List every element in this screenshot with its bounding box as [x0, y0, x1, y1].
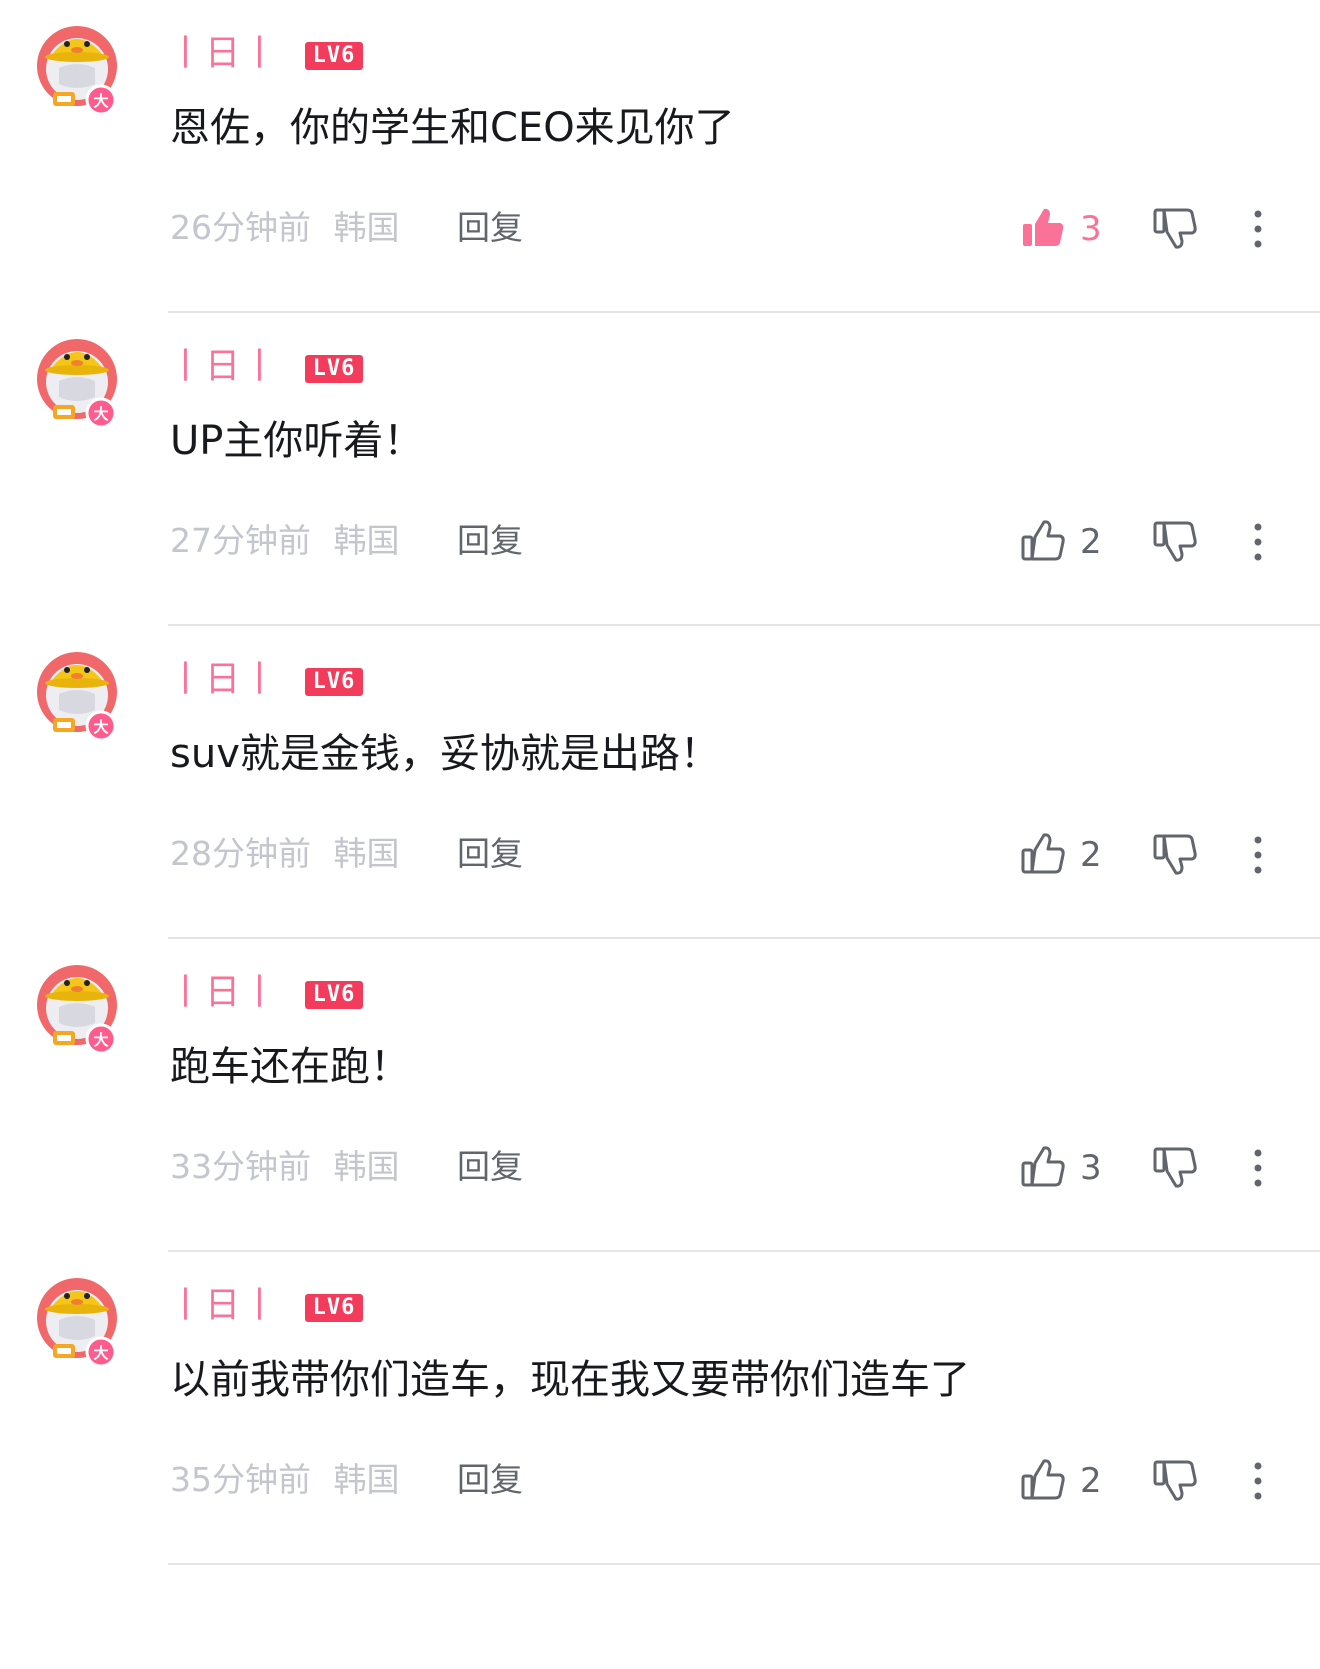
comment-item: 大 丨日丨 LV6 以前我带你们造车，现在我又要带你们造车了 35分钟前 韩国 …	[0, 1252, 1320, 1565]
comment-text: UP主你听着！	[170, 418, 424, 464]
vertical-ellipsis-icon[interactable]	[1248, 209, 1268, 249]
comment-meta: 26分钟前 韩国	[170, 206, 400, 250]
comment-time: 27分钟前	[170, 521, 311, 560]
vertical-ellipsis-icon[interactable]	[1248, 1148, 1268, 1188]
like-count: 2	[1080, 1461, 1102, 1501]
level-badge: LV6	[305, 668, 363, 696]
vertical-ellipsis-icon[interactable]	[1248, 835, 1268, 875]
reply-button[interactable]: 回复	[457, 519, 523, 563]
avatar[interactable]: 大	[35, 22, 119, 118]
avatar-badge-text: 大	[93, 1344, 108, 1362]
avatar[interactable]: 大	[35, 335, 119, 431]
thumbs-up-icon[interactable]	[1020, 1457, 1066, 1503]
username[interactable]: 丨日丨	[168, 343, 279, 391]
reply-button[interactable]: 回复	[457, 832, 523, 876]
comment-location: 韩国	[333, 834, 400, 873]
thumbs-up-icon[interactable]	[1020, 831, 1066, 877]
comment-location: 韩国	[333, 521, 400, 560]
level-badge: LV6	[305, 1294, 363, 1322]
like-count: 2	[1080, 522, 1102, 562]
avatar-badge-text: 大	[93, 405, 108, 423]
comment-meta: 33分钟前 韩国	[170, 1145, 400, 1189]
username[interactable]: 丨日丨	[168, 969, 279, 1017]
thumbs-up-icon[interactable]	[1020, 518, 1066, 564]
username[interactable]: 丨日丨	[168, 1282, 279, 1330]
comment-time: 26分钟前	[170, 208, 311, 247]
like-count: 3	[1080, 209, 1102, 249]
comment-time: 33分钟前	[170, 1147, 311, 1186]
avatar-badge-text: 大	[93, 92, 108, 110]
thumbs-down-icon[interactable]	[1152, 205, 1198, 251]
avatar-badge-text: 大	[93, 1031, 108, 1049]
comment-meta: 35分钟前 韩国	[170, 1458, 400, 1502]
level-badge: LV6	[305, 42, 363, 70]
avatar-badge-text: 大	[93, 718, 108, 736]
vertical-ellipsis-icon[interactable]	[1248, 1461, 1268, 1501]
vertical-ellipsis-icon[interactable]	[1248, 522, 1268, 562]
divider	[168, 1563, 1320, 1565]
comment-location: 韩国	[333, 1460, 400, 1499]
comment-location: 韩国	[333, 1147, 400, 1186]
thumbs-down-icon[interactable]	[1152, 1144, 1198, 1190]
comment-location: 韩国	[333, 208, 400, 247]
username[interactable]: 丨日丨	[168, 656, 279, 704]
thumbs-down-icon[interactable]	[1152, 518, 1198, 564]
like-count: 2	[1080, 835, 1102, 875]
level-badge: LV6	[305, 981, 363, 1009]
username[interactable]: 丨日丨	[168, 30, 279, 78]
comment-list: 大 丨日丨 LV6 恩佐，你的学生和CEO来见你了 26分钟前 韩国 回复 3	[0, 0, 1320, 1565]
comment-item: 大 丨日丨 LV6 UP主你听着！ 27分钟前 韩国 回复 2	[0, 313, 1320, 626]
comment-text: 以前我带你们造车，现在我又要带你们造车了	[170, 1357, 970, 1403]
thumbs-up-icon[interactable]	[1020, 1144, 1066, 1190]
comment-text: 跑车还在跑！	[170, 1044, 410, 1090]
thumbs-up-icon[interactable]	[1020, 205, 1066, 251]
reply-button[interactable]: 回复	[457, 1145, 523, 1189]
comment-text: suv就是金钱，妥协就是出路！	[170, 731, 720, 777]
comment-item: 大 丨日丨 LV6 suv就是金钱，妥协就是出路！ 28分钟前 韩国 回复 2	[0, 626, 1320, 939]
thumbs-down-icon[interactable]	[1152, 1457, 1198, 1503]
level-badge: LV6	[305, 355, 363, 383]
reply-button[interactable]: 回复	[457, 1458, 523, 1502]
avatar[interactable]: 大	[35, 648, 119, 744]
comment-meta: 27分钟前 韩国	[170, 519, 400, 563]
avatar[interactable]: 大	[35, 1274, 119, 1370]
comment-time: 28分钟前	[170, 834, 311, 873]
comment-text: 恩佐，你的学生和CEO来见你了	[170, 105, 735, 151]
reply-button[interactable]: 回复	[457, 206, 523, 250]
avatar[interactable]: 大	[35, 961, 119, 1057]
like-count: 3	[1080, 1148, 1102, 1188]
comment-item: 大 丨日丨 LV6 跑车还在跑！ 33分钟前 韩国 回复 3	[0, 939, 1320, 1252]
comment-meta: 28分钟前 韩国	[170, 832, 400, 876]
comment-item: 大 丨日丨 LV6 恩佐，你的学生和CEO来见你了 26分钟前 韩国 回复 3	[0, 0, 1320, 313]
comment-time: 35分钟前	[170, 1460, 311, 1499]
thumbs-down-icon[interactable]	[1152, 831, 1198, 877]
